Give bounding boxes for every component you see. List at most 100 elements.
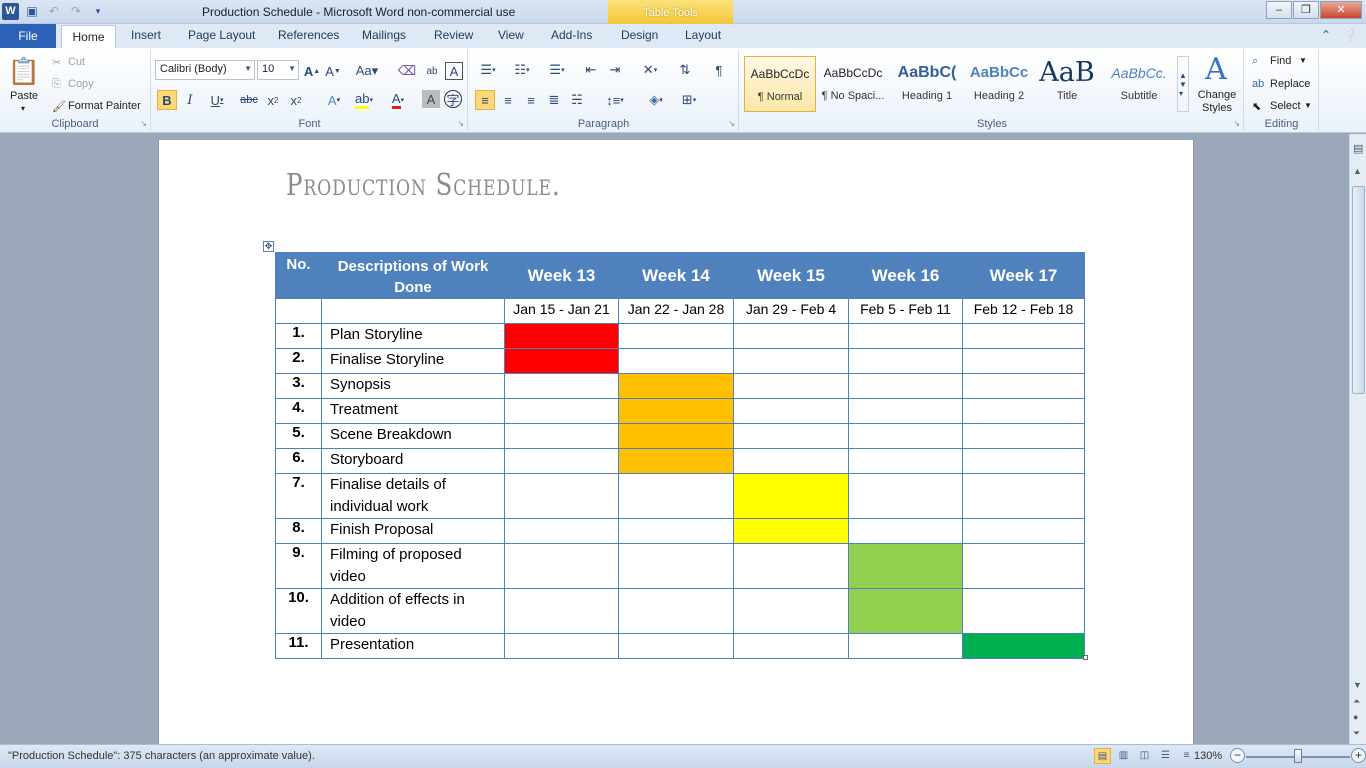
scheduled-week-cell[interactable]: [504, 323, 619, 349]
table-cell[interactable]: [733, 323, 849, 349]
table-cell[interactable]: [733, 633, 849, 659]
table-cell[interactable]: [962, 323, 1085, 349]
align-center-icon[interactable]: ≡: [498, 90, 518, 110]
scheduled-week-cell[interactable]: [504, 348, 619, 374]
browse-object-icon[interactable]: ●: [1353, 712, 1358, 722]
chevron-down-icon[interactable]: ▼: [1299, 56, 1307, 65]
table-cell[interactable]: [848, 423, 963, 449]
character-border-icon[interactable]: A: [445, 62, 463, 80]
table-cell[interactable]: [275, 298, 322, 324]
table-cell[interactable]: [733, 448, 849, 474]
shrink-font-icon[interactable]: A ▼: [324, 62, 342, 80]
italic-button[interactable]: I: [181, 90, 199, 110]
minimize-ribbon-icon[interactable]: ⌃: [1321, 28, 1331, 42]
tab-layout[interactable]: Layout: [685, 28, 721, 42]
justify-icon[interactable]: ≣: [544, 90, 564, 110]
customize-qat-icon[interactable]: ▾: [89, 2, 107, 20]
scheduled-week-cell[interactable]: [618, 448, 734, 474]
tab-design[interactable]: Design: [621, 28, 658, 42]
styles-launcher-icon[interactable]: ↘: [1233, 119, 1240, 128]
tab-review[interactable]: Review: [434, 28, 473, 42]
style-no-spacing[interactable]: AaBbCcDc ¶ No Spaci...: [817, 56, 889, 112]
tab-add-ins[interactable]: Add-Ins: [551, 28, 592, 42]
cut-button[interactable]: Cut: [68, 56, 85, 68]
row-number-cell[interactable]: 3.: [275, 373, 322, 399]
shading-icon[interactable]: ◈ ▾: [642, 90, 670, 110]
font-name-combo[interactable]: Calibri (Body) ▼: [155, 60, 255, 80]
format-painter-icon[interactable]: 🖌: [52, 100, 66, 113]
style-normal[interactable]: AaBbCcDc ¶ Normal: [744, 56, 816, 112]
table-cell[interactable]: [504, 633, 619, 659]
table-cell[interactable]: [848, 448, 963, 474]
scheduled-week-cell[interactable]: [618, 423, 734, 449]
table-cell[interactable]: [733, 398, 849, 424]
table-cell[interactable]: [848, 323, 963, 349]
table-cell[interactable]: [733, 423, 849, 449]
vertical-scrollbar[interactable]: ▤ ▲ ▼ ⏶ ● ⏷: [1349, 134, 1366, 744]
bold-button[interactable]: B: [157, 90, 177, 110]
row-number-cell[interactable]: 8.: [275, 518, 322, 544]
change-styles-icon[interactable]: A: [1199, 52, 1233, 87]
print-layout-view-icon[interactable]: ▤: [1094, 748, 1111, 764]
tab-references[interactable]: References: [278, 28, 339, 42]
text-effects-icon[interactable]: A ▾: [321, 90, 347, 110]
scheduled-week-cell[interactable]: [733, 518, 849, 544]
table-cell[interactable]: [962, 543, 1085, 589]
enclose-characters-icon[interactable]: 字: [444, 90, 462, 108]
style-title[interactable]: AaB Title: [1031, 56, 1103, 112]
zoom-slider-thumb[interactable]: [1294, 749, 1302, 763]
table-cell[interactable]: [321, 298, 505, 324]
grow-font-icon[interactable]: A ▲: [303, 62, 321, 80]
table-cell[interactable]: [504, 448, 619, 474]
schedule-table[interactable]: No. Descriptions of Work Done Week 13 We…: [275, 252, 1085, 659]
table-cell[interactable]: [848, 373, 963, 399]
row-number-cell[interactable]: 2.: [275, 348, 322, 374]
scheduled-week-cell[interactable]: [733, 473, 849, 519]
table-cell[interactable]: [504, 518, 619, 544]
row-number-cell[interactable]: 9.: [275, 543, 322, 589]
change-case-icon[interactable]: Aa▾: [355, 62, 379, 80]
previous-page-icon[interactable]: ⏶: [1353, 696, 1360, 707]
table-cell[interactable]: [618, 348, 734, 374]
change-styles-button[interactable]: Change Styles: [1197, 89, 1237, 115]
format-painter-button[interactable]: Format Painter: [68, 100, 141, 112]
table-cell[interactable]: [618, 473, 734, 519]
strikethrough-button[interactable]: abc: [238, 90, 260, 110]
task-description-cell[interactable]: Filming of proposed video: [321, 543, 505, 589]
table-cell[interactable]: [618, 588, 734, 634]
date-range-cell[interactable]: Feb 5 - Feb 11: [848, 298, 963, 324]
select-button[interactable]: Select: [1270, 100, 1301, 112]
sort-icon[interactable]: ⇅: [675, 60, 695, 80]
cut-icon[interactable]: ✂: [52, 56, 61, 69]
font-launcher-icon[interactable]: ↘: [457, 119, 464, 128]
table-resize-handle[interactable]: [1083, 655, 1088, 660]
table-cell[interactable]: [504, 543, 619, 589]
tab-view[interactable]: View: [498, 28, 524, 42]
table-cell[interactable]: [848, 473, 963, 519]
help-icon[interactable]: ❔: [1343, 28, 1358, 42]
find-button[interactable]: Find: [1270, 55, 1291, 67]
scheduled-week-cell[interactable]: [962, 633, 1085, 659]
table-cell[interactable]: [733, 373, 849, 399]
task-description-cell[interactable]: Plan Storyline: [321, 323, 505, 349]
scheduled-week-cell[interactable]: [848, 588, 963, 634]
find-icon[interactable]: ⌕: [1252, 55, 1258, 68]
outline-view-icon[interactable]: ☰: [1157, 748, 1174, 764]
tab-file[interactable]: File: [0, 24, 56, 48]
numbering-icon[interactable]: ☷ ▾: [509, 60, 535, 80]
row-number-cell[interactable]: 10.: [275, 588, 322, 634]
save-icon[interactable]: ▣: [23, 2, 41, 20]
table-cell[interactable]: [618, 323, 734, 349]
superscript-button[interactable]: x2: [287, 90, 305, 110]
document-page[interactable]: Production Schedule. ✥ No. Descriptions …: [158, 140, 1194, 744]
table-cell[interactable]: [504, 423, 619, 449]
clipboard-launcher-icon[interactable]: ↘: [140, 119, 147, 128]
row-number-cell[interactable]: 7.: [275, 473, 322, 519]
style-subtitle[interactable]: AaBbCc. Subtitle: [1103, 56, 1175, 112]
row-number-cell[interactable]: 6.: [275, 448, 322, 474]
copy-icon[interactable]: ⎘: [52, 78, 61, 91]
scroll-down-icon[interactable]: ▼: [1353, 680, 1362, 690]
task-description-cell[interactable]: Storyboard: [321, 448, 505, 474]
style-heading-1[interactable]: AaBbC( Heading 1: [891, 56, 963, 112]
multilevel-list-icon[interactable]: ☰ ▾: [543, 60, 571, 80]
